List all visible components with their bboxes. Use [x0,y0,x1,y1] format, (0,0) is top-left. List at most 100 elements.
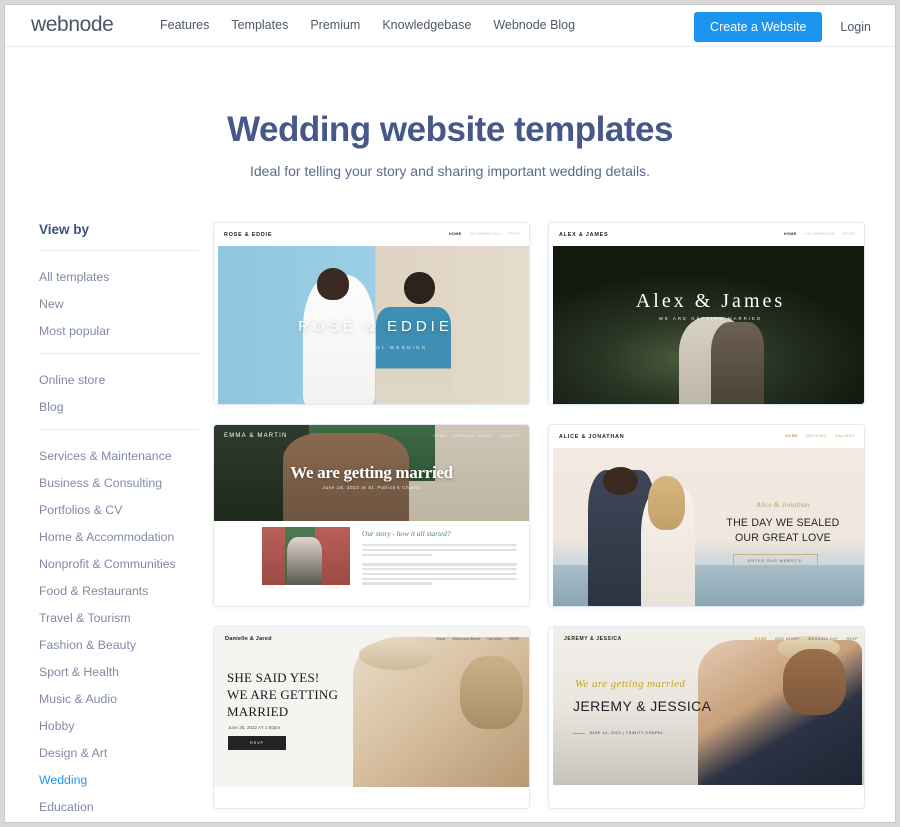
template-brand: ALEX & JAMES [559,231,609,238]
template-card-jeremy-jessica[interactable]: JEREMY & JESSICA HOME OUR STORY WEDDING … [548,626,865,809]
sidebar-item-nonprofit-communities[interactable]: Nonprofit & Communities [39,550,199,577]
hero-subheading: OUR COLORFUL WEDDING [323,345,428,351]
text-line [362,582,432,585]
template-nav-our-story: OUR STORY [774,637,801,641]
sidebar-item-most-popular[interactable]: Most popular [39,317,199,344]
sidebar-item-animals[interactable]: Animals [39,820,199,822]
template-nav-when-and-where: When and Where [452,637,481,641]
create-website-button[interactable]: Create a Website [694,12,823,42]
template-nav: HOME INFORMATION RSVP [784,232,855,236]
template-hero: JEREMY & JESSICA HOME OUR STORY WEDDING … [553,627,864,785]
nav-item-features[interactable]: Features [160,18,209,32]
template-nav-rsvp: RSVP [508,232,520,236]
sidebar-item-fashion-beauty[interactable]: Fashion & Beauty [39,631,199,658]
hero-heading-line3: MARRIED [227,704,289,720]
sidebar-item-hobby[interactable]: Hobby [39,712,199,739]
template-story-section: Our story - how it all started? [214,521,529,585]
page-subtitle: Ideal for telling your story and sharing… [250,163,650,179]
template-card-alice-jonathan[interactable]: ALICE & JONATHAN HOME WEDDING GALLERY Al… [548,424,865,607]
sidebar-item-all-templates[interactable]: All templates [39,263,199,290]
text-line [362,563,517,566]
bride-hair [647,476,686,531]
filter-group-categories: Services & Maintenance Business & Consul… [39,433,199,822]
text-line [362,572,517,576]
template-brand: EMMA & MARTIN [224,433,288,439]
template-nav-home: HOME [784,232,797,236]
sidebar-item-blog[interactable]: Blog [39,393,199,420]
template-nav-wedding-day: WEDDING DAY [808,637,839,641]
sidebar-item-travel-tourism[interactable]: Travel & Tourism [39,604,199,631]
nav-item-knowledgebase[interactable]: Knowledgebase [382,18,471,32]
template-nav-when-and-where: WHEN AND WHERE [452,434,494,438]
hero-heading-line2: WE ARE GETTING [227,686,339,702]
sidebar-item-new[interactable]: New [39,290,199,317]
template-nav-rsvp: RSVP [509,637,519,641]
nav-item-webnode-blog[interactable]: Webnode Blog [493,18,575,32]
sidebar-item-business-consulting[interactable]: Business & Consulting [39,469,199,496]
sidebar-item-portfolios-cv[interactable]: Portfolios & CV [39,496,199,523]
hero-heading: JEREMY & JESSICA [573,698,712,715]
template-nav: HOME OUR STORY WEDDING DAY RSVP [754,637,858,641]
template-brand: ROSE & EDDIE [224,231,273,238]
hero-script-text: Alice & Jonathan [756,500,810,510]
template-card-alex-james[interactable]: ALEX & JAMES HOME INFORMATION RSVP Alex … [548,222,865,405]
header-actions: Create a Website Login [694,12,871,42]
template-nav: HOME WEDDING GALLERY [785,434,855,438]
template-hero: ROSE & EDDIE OUR COLORFUL WEDDING [218,246,529,404]
story-text-block: Our story - how it all started? [362,529,517,587]
sidebar-item-services-maintenance[interactable]: Services & Maintenance [39,442,199,469]
login-link[interactable]: Login [840,20,871,34]
webnode-logo[interactable]: webnode [31,13,114,37]
text-line [362,553,432,556]
main-navigation: Features Templates Premium Knowledgebase… [160,18,575,32]
sidebar-item-home-accommodation[interactable]: Home & Accommodation [39,523,199,550]
groom-figure [710,321,765,404]
sidebar-item-food-restaurants[interactable]: Food & Restaurants [39,577,199,604]
template-nav-home: HOME [433,434,447,438]
sidebar-heading: View by [39,222,90,237]
sidebar-item-music-audio[interactable]: Music & Audio [39,685,199,712]
template-grid: ROSE & EDDIE HOME INFORMATION RSVP ROSE … [213,222,895,809]
template-brand: JEREMY & JESSICA [564,636,622,642]
sidebar-item-online-store[interactable]: Online store [39,366,199,393]
nav-item-premium[interactable]: Premium [310,18,360,32]
template-hero: Alice & Jonathan THE DAY WE SEALED OUR G… [553,448,864,606]
hero-heading: ROSE & EDDIE [298,318,453,335]
sidebar-item-design-art[interactable]: Design & Art [39,739,199,766]
template-nav-information: INFORMATION [469,232,501,236]
hero-date: June 25, 2022 AT 1:00pm [228,724,281,730]
hero-heading: SHE SAID YES! WE ARE GETTING MARRIED [227,669,338,721]
template-nav-home: Home [435,637,446,641]
template-nav-home: HOME [754,637,767,641]
sidebar-item-wedding[interactable]: Wedding [39,766,199,793]
template-topbar: ROSE & EDDIE HOME INFORMATION RSVP [214,223,529,246]
site-header: webnode Features Templates Premium Knowl… [5,5,895,47]
story-photo-couple [286,537,322,585]
template-card-rose-eddie[interactable]: ROSE & EDDIE HOME INFORMATION RSVP ROSE … [213,222,530,405]
template-card-danielle-jared[interactable]: Danielle & Jared Home When and Where Our… [213,626,530,809]
groom-head [403,271,436,304]
template-nav-our-story: Our story [487,637,503,641]
sidebar-item-sport-health[interactable]: Sport & Health [39,658,199,685]
template-card-emma-martin[interactable]: EMMA & MARTIN HOME WHEN AND WHERE GALLER… [213,424,530,607]
hero-heading-line2: OUR GREAT LOVE [734,532,831,545]
rsvp-button: RSVP [228,735,286,750]
sidebar-item-education[interactable]: Education [39,793,199,820]
template-nav-rsvp: RSVP [846,637,858,641]
template-hero: Alex & James WE ARE GETTING MARRIED [553,246,864,404]
sidebar-divider [39,429,199,430]
template-topbar: ALICE & JONATHAN HOME WEDDING GALLERY [549,425,864,448]
filter-group-general: All templates New Most popular [39,254,199,353]
text-line [362,544,517,547]
template-nav: Home When and Where Our story RSVP [436,637,519,641]
nav-item-templates[interactable]: Templates [231,18,288,32]
template-nav-home: HOME [785,434,799,438]
template-hero: Danielle & Jared Home When and Where Our… [214,627,529,787]
template-nav: HOME INFORMATION RSVP [449,232,520,236]
hero-subheading: June 18, 2022 at St. Patrick's Church [322,484,421,490]
sidebar-divider [39,353,199,354]
filter-sidebar: View by All templates New Most popular O… [39,222,199,822]
story-photo [262,527,350,585]
template-brand: ALICE & JONATHAN [559,433,625,440]
content-area: View by All templates New Most popular O… [5,222,895,814]
